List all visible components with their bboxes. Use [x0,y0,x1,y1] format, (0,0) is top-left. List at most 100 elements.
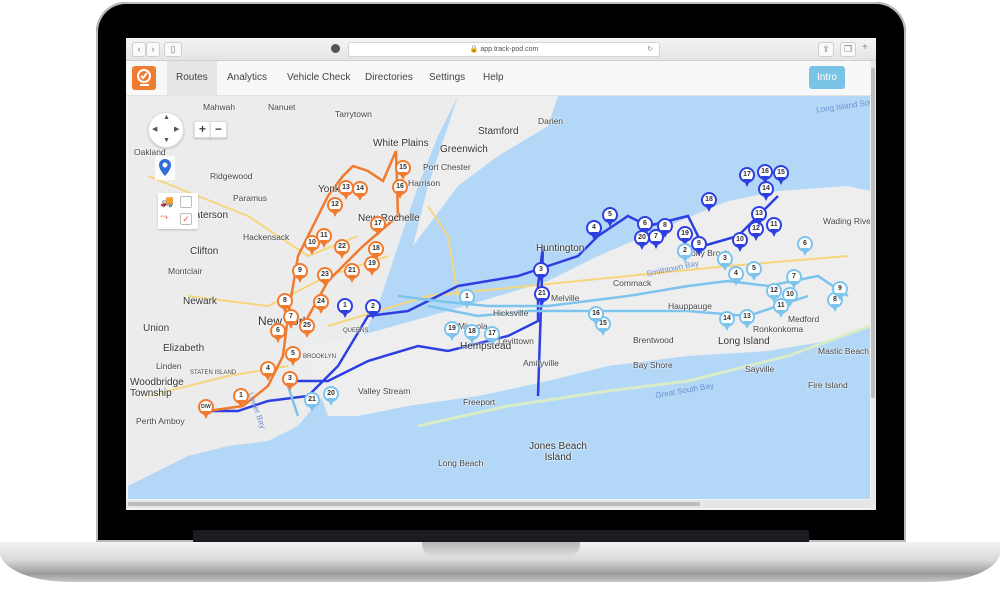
map-pin-orange-17[interactable]: 17 [370,216,386,236]
pan-left-icon[interactable]: ◀ [152,125,157,133]
map-pin-dark-blue-19[interactable]: 19 [677,226,693,246]
nav-vehicle-check[interactable]: Vehicle Check [278,61,359,95]
map-pin-dark-blue-20[interactable]: 20 [634,230,650,250]
pin-label: 8 [659,220,671,232]
map-pin-dark-blue-17[interactable]: 17 [739,167,755,187]
sidebar-button[interactable]: ▯ [164,42,182,57]
pin-label: 9 [693,238,705,250]
map-pin-orange-3[interactable]: 3 [282,371,298,391]
pin-label: 1 [339,300,351,312]
map-label: New Rochelle [358,213,420,224]
map-pin-dark-blue-3[interactable]: 3 [533,262,549,282]
map-pin-dark-blue-16[interactable]: 16 [757,164,773,184]
reload-icon[interactable]: ↻ [647,43,653,56]
map-pin-orange-21[interactable]: 21 [344,263,360,283]
map-pin-light-blue-14[interactable]: 14 [719,311,735,331]
map-pin-orange-14[interactable]: 14 [352,181,368,201]
truck-layer-checkbox[interactable] [180,196,192,208]
map-pin-orange-22[interactable]: 22 [334,239,350,259]
pan-up-icon[interactable]: ▲ [163,114,170,121]
map-pin-light-blue-20[interactable]: 20 [323,386,339,406]
map-pin-light-blue-5[interactable]: 5 [746,261,762,281]
map-pin-orange-15[interactable]: 15 [395,160,411,180]
map-pin-light-blue-16[interactable]: 16 [588,306,604,326]
map-pin-light-blue-2[interactable]: 2 [677,243,693,263]
nav-help[interactable]: Help [474,61,513,95]
pin-label: 21 [346,265,358,277]
share-button[interactable]: ⇪ [818,42,834,57]
tabs-button[interactable]: ❐ [840,42,856,57]
map-pin-light-blue-18[interactable]: 18 [464,324,480,344]
map-pin-light-blue-9[interactable]: 9 [832,281,848,301]
map-pin-orange-19[interactable]: 19 [364,256,380,276]
map-pin-dark-blue-18[interactable]: 18 [701,192,717,212]
map-pin-orange-24[interactable]: 24 [313,294,329,314]
map-pin-light-blue-6[interactable]: 6 [797,236,813,256]
map-pan-control[interactable]: ▲ ▼ ◀ ▶ [148,112,184,148]
zoom-in-button[interactable]: + [194,121,211,138]
pin-label: D/W [200,401,212,413]
route-layer-checkbox[interactable]: ✓ [180,213,192,225]
nav-routes[interactable]: Routes [167,61,217,95]
map-pin-dark-blue-11[interactable]: 11 [766,217,782,237]
map-pin-light-blue-12[interactable]: 12 [766,283,782,303]
map-pin-light-blue-19[interactable]: 19 [444,321,460,341]
map-pin-light-blue-7[interactable]: 7 [786,269,802,289]
map-pin-orange-23[interactable]: 23 [317,267,333,287]
privacy-icon[interactable] [331,44,340,53]
nav-analytics[interactable]: Analytics [218,61,276,95]
map-label: Woodbridge Township [130,377,184,399]
map-pin-orange-11[interactable]: 11 [316,228,332,248]
intro-button[interactable]: Intro [809,66,845,89]
pin-label: 15 [775,167,787,179]
track-pod-logo[interactable] [132,66,156,90]
zoom-out-button[interactable]: − [210,121,227,138]
map-pin-light-blue-21[interactable]: 21 [304,392,320,412]
map-label: Harrison [408,178,441,188]
map-pin-light-blue-1[interactable]: 1 [459,289,475,309]
map-pin-orange-8[interactable]: 8 [277,293,293,313]
map-pin-orange-9[interactable]: 9 [292,263,308,283]
map-pin-orange-6[interactable]: 6 [270,323,286,343]
map-pin-orange-18[interactable]: 18 [368,241,384,261]
map-pin-light-blue-13[interactable]: 13 [739,309,755,329]
map-pin-dark-blue-1[interactable]: 1 [337,298,353,318]
map-pin-orange-12[interactable]: 12 [327,197,343,217]
map-pin-dark-blue-15[interactable]: 15 [773,165,789,185]
map-label: Ridgewood [210,171,253,181]
map-pin-dark-blue-10[interactable]: 10 [732,232,748,252]
horizontal-scroll-thumb[interactable] [128,502,700,506]
map-label: Long Island [718,336,770,347]
map-pin-orange-16[interactable]: 16 [392,179,408,199]
map-pin-dark-blue-21[interactable]: 21 [534,286,550,306]
forward-button[interactable]: › [146,42,160,57]
map-pin-dark-blue-8[interactable]: 8 [657,218,673,238]
map-pin-orange-1[interactable]: 1 [233,388,249,408]
map-pin-orange-5[interactable]: 5 [285,346,301,366]
map-pin-dark-blue-4[interactable]: 4 [586,220,602,240]
map-pin-orange-25[interactable]: 25 [299,318,315,338]
map-pin-dark-blue-13[interactable]: 13 [751,206,767,226]
map-pin-dark-blue-2[interactable]: 2 [365,299,381,319]
map-pin-light-blue-4[interactable]: 4 [728,266,744,286]
location-button[interactable] [155,156,175,180]
pan-right-icon[interactable]: ▶ [174,125,179,133]
map-pin-dark-blue-9[interactable]: 9 [691,236,707,256]
back-button[interactable]: ‹ [132,42,146,57]
map-pin-dark-blue-5[interactable]: 5 [602,207,618,227]
new-tab-button[interactable]: + [862,42,868,53]
map-pin-light-blue-3[interactable]: 3 [717,251,733,271]
pin-label: 20 [636,232,648,244]
nav-settings[interactable]: Settings [420,61,474,95]
url-bar[interactable]: 🔒 app.track-pod.com ↻ [348,42,660,57]
map[interactable]: Mahwah Nanuet Tarrytown Oakland Ridgewoo… [128,96,870,499]
map-pin-light-blue-17[interactable]: 17 [484,326,500,346]
pan-down-icon[interactable]: ▼ [163,137,170,144]
map-pin-orange-dw[interactable]: D/W [198,399,214,419]
nav-directories[interactable]: Directories [356,61,422,95]
map-label: Stamford [478,126,519,137]
pin-label: 13 [340,182,352,194]
vertical-scroll-thumb[interactable] [871,68,875,398]
map-label: Queens [343,328,369,334]
map-pin-orange-4[interactable]: 4 [260,361,276,381]
